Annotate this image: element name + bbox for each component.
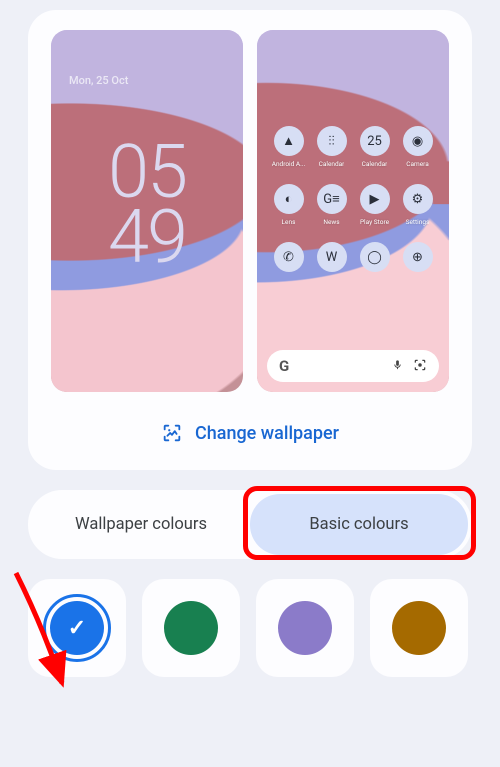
tab-label: Wallpaper colours bbox=[75, 515, 207, 534]
app-label: Calendar bbox=[362, 160, 388, 168]
color-swatch-row: ✓ bbox=[28, 579, 472, 677]
app-icon: ◯ bbox=[360, 242, 390, 272]
app-icon: ◐ bbox=[274, 184, 304, 214]
tab-label: Basic colours bbox=[309, 515, 408, 534]
color-swatch-blue[interactable]: ✓ bbox=[28, 579, 126, 677]
color-tabs: Wallpaper colours Basic colours bbox=[28, 490, 472, 559]
app-item[interactable]: ⫶⫶ Calendar bbox=[312, 126, 351, 168]
home-screen-preview[interactable]: ▲ Android A... ⫶⫶ Calendar 25 Calendar ◉ Camera… bbox=[257, 30, 449, 392]
app-item[interactable]: 25 Calendar bbox=[355, 126, 394, 168]
app-icon: G≡ bbox=[317, 184, 347, 214]
app-label: Play Store bbox=[360, 218, 389, 226]
app-item[interactable]: ▶ Play Store bbox=[355, 184, 394, 226]
app-label: Lens bbox=[282, 218, 296, 226]
app-item[interactable]: ◯ bbox=[355, 242, 394, 276]
app-icon: 25 bbox=[360, 126, 390, 156]
lock-clock-minutes: 49 bbox=[51, 205, 243, 270]
app-item[interactable]: ⚙ Settings bbox=[398, 184, 437, 226]
app-grid: ▲ Android A... ⫶⫶ Calendar 25 Calendar ◉ Camera… bbox=[269, 126, 437, 276]
google-icon: G bbox=[279, 357, 289, 375]
app-icon: ▲ bbox=[274, 126, 304, 156]
app-item[interactable]: ◉ Camera bbox=[398, 126, 437, 168]
color-swatch-brown[interactable] bbox=[370, 579, 468, 677]
wallpaper-icon bbox=[161, 422, 183, 444]
app-icon: W bbox=[317, 242, 347, 272]
app-item[interactable]: ⊕ bbox=[398, 242, 437, 276]
lock-clock: 05 49 bbox=[51, 140, 243, 270]
mic-icon bbox=[392, 358, 403, 375]
app-item[interactable]: G≡ News bbox=[312, 184, 351, 226]
preview-card: Mon, 25 Oct 05 49 ▲ Android A... ⫶⫶ Calenda… bbox=[28, 10, 472, 470]
lock-screen-preview[interactable]: Mon, 25 Oct 05 49 bbox=[51, 30, 243, 392]
app-label: News bbox=[323, 218, 339, 226]
color-swatch-purple[interactable] bbox=[256, 579, 354, 677]
app-label: Settings bbox=[406, 218, 430, 226]
app-icon: ◉ bbox=[403, 126, 433, 156]
app-icon: ▶ bbox=[360, 184, 390, 214]
tab-basic-colours[interactable]: Basic colours bbox=[250, 494, 468, 555]
app-label: Calendar bbox=[319, 160, 345, 168]
change-wallpaper-label: Change wallpaper bbox=[195, 423, 339, 444]
swatch-circle bbox=[392, 601, 446, 655]
preview-row: Mon, 25 Oct 05 49 ▲ Android A... ⫶⫶ Calenda… bbox=[46, 30, 454, 392]
app-item[interactable]: ✆ bbox=[269, 242, 308, 276]
lens-icon bbox=[413, 358, 427, 375]
app-icon: ✆ bbox=[274, 242, 304, 272]
search-bar[interactable]: G bbox=[267, 350, 439, 382]
color-swatch-green[interactable] bbox=[142, 579, 240, 677]
app-item[interactable]: ◐ Lens bbox=[269, 184, 308, 226]
tab-wallpaper-colours[interactable]: Wallpaper colours bbox=[32, 494, 250, 555]
app-item[interactable]: ▲ Android A... bbox=[269, 126, 308, 168]
check-icon: ✓ bbox=[68, 616, 86, 641]
change-wallpaper-button[interactable]: Change wallpaper bbox=[46, 422, 454, 444]
swatch-circle bbox=[164, 601, 218, 655]
swatch-circle bbox=[278, 601, 332, 655]
lock-date: Mon, 25 Oct bbox=[69, 74, 128, 87]
app-label: Android A... bbox=[272, 160, 306, 168]
app-icon: ⚙ bbox=[403, 184, 433, 214]
app-item[interactable]: W bbox=[312, 242, 351, 276]
app-icon: ⫶⫶ bbox=[317, 126, 347, 156]
app-icon: ⊕ bbox=[403, 242, 433, 272]
app-label: Camera bbox=[406, 160, 429, 168]
